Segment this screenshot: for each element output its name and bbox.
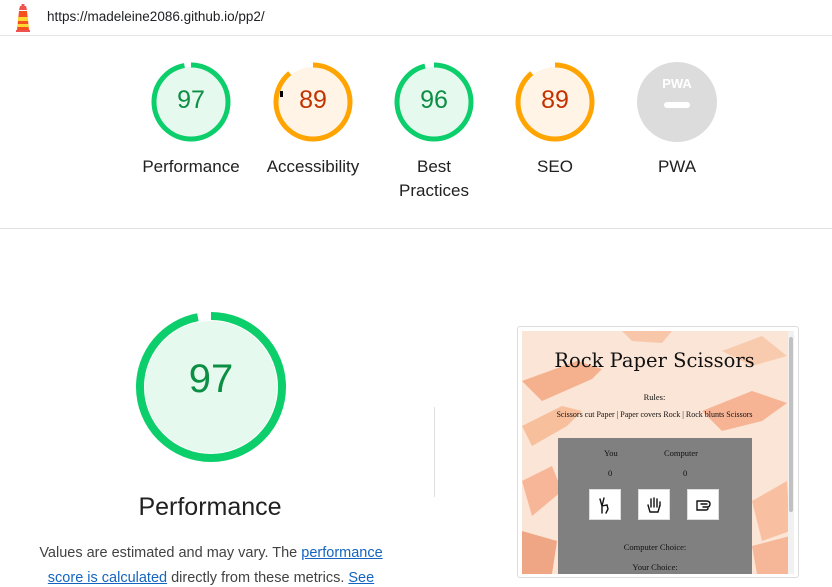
- desc-text: Values are estimated and may vary. The: [39, 545, 302, 561]
- you-score: 0: [608, 468, 613, 478]
- gauge-label: Performance: [142, 157, 240, 176]
- gauge-label: Accessibility: [266, 157, 360, 176]
- paper-hand-icon: [647, 496, 661, 513]
- rules-text: Scissors cut Paper | Paper covers Rock |…: [556, 410, 753, 419]
- gauge-performance[interactable]: 97 Performance: [131, 61, 251, 179]
- performance-link[interactable]: performance: [301, 545, 382, 561]
- pwa-badge-text: PWA: [662, 76, 692, 91]
- gauge-label: PWA: [657, 157, 697, 176]
- game-title: Rock Paper Scissors: [554, 349, 755, 372]
- computer-score: 0: [683, 468, 688, 478]
- scissors-button[interactable]: [589, 489, 621, 520]
- computer-label: Computer: [664, 448, 698, 458]
- performance-description: Values are estimated and may vary. The p…: [24, 541, 398, 587]
- rules-label: Rules:: [643, 392, 666, 402]
- gauge-label-line1: Best: [416, 157, 452, 176]
- section-divider: [434, 407, 435, 497]
- lighthouse-icon: [16, 4, 30, 32]
- score-calculated-link[interactable]: score is calculated: [48, 570, 167, 586]
- scissors-hand-icon: [599, 496, 609, 514]
- rock-button[interactable]: [687, 489, 719, 520]
- performance-score: 97: [188, 357, 234, 401]
- paper-button[interactable]: [638, 489, 670, 520]
- final-screenshot[interactable]: Rock Paper Scissors Rules: Scissors cut …: [522, 331, 794, 574]
- you-label: You: [604, 448, 618, 458]
- gauge-label: Best Practices: [374, 155, 494, 203]
- gauge-accessibility[interactable]: 89 Accessibility: [253, 61, 373, 179]
- gauge-score: 89: [299, 86, 327, 114]
- gauge-seo[interactable]: 89 SEO: [495, 61, 615, 179]
- your-choice-label: Your Choice:: [632, 562, 678, 572]
- page-url[interactable]: https://madeleine2086.github.io/pp2/: [47, 9, 265, 24]
- gauge-score: 89: [541, 86, 569, 114]
- see-calculator-link[interactable]: See: [348, 570, 374, 586]
- desc-text: directly from these metrics.: [167, 570, 349, 586]
- category-gauges: 97 Performance 89 Accessibility 96 Best …: [0, 37, 832, 229]
- gauge-score: 96: [420, 86, 448, 114]
- game-area: You Computer 0 0 Computer Choice: Your C…: [558, 438, 752, 574]
- thumbnail-scrollbar[interactable]: [788, 331, 794, 574]
- performance-title: Performance: [138, 493, 282, 521]
- scrollbar-thumb[interactable]: [789, 337, 793, 512]
- gauge-pwa[interactable]: PWA PWA: [617, 61, 737, 179]
- pwa-icon: PWA: [637, 62, 717, 142]
- gauge-label: SEO: [537, 157, 573, 176]
- url-bar: https://madeleine2086.github.io/pp2/: [0, 0, 832, 36]
- gauge-score: 97: [177, 86, 205, 114]
- computer-choice-label: Computer Choice:: [623, 542, 687, 552]
- gauge-best-practices[interactable]: 96 Best Practices: [374, 61, 494, 203]
- gauge-label-line2: Practices: [399, 181, 469, 200]
- rock-hand-icon: [696, 499, 711, 511]
